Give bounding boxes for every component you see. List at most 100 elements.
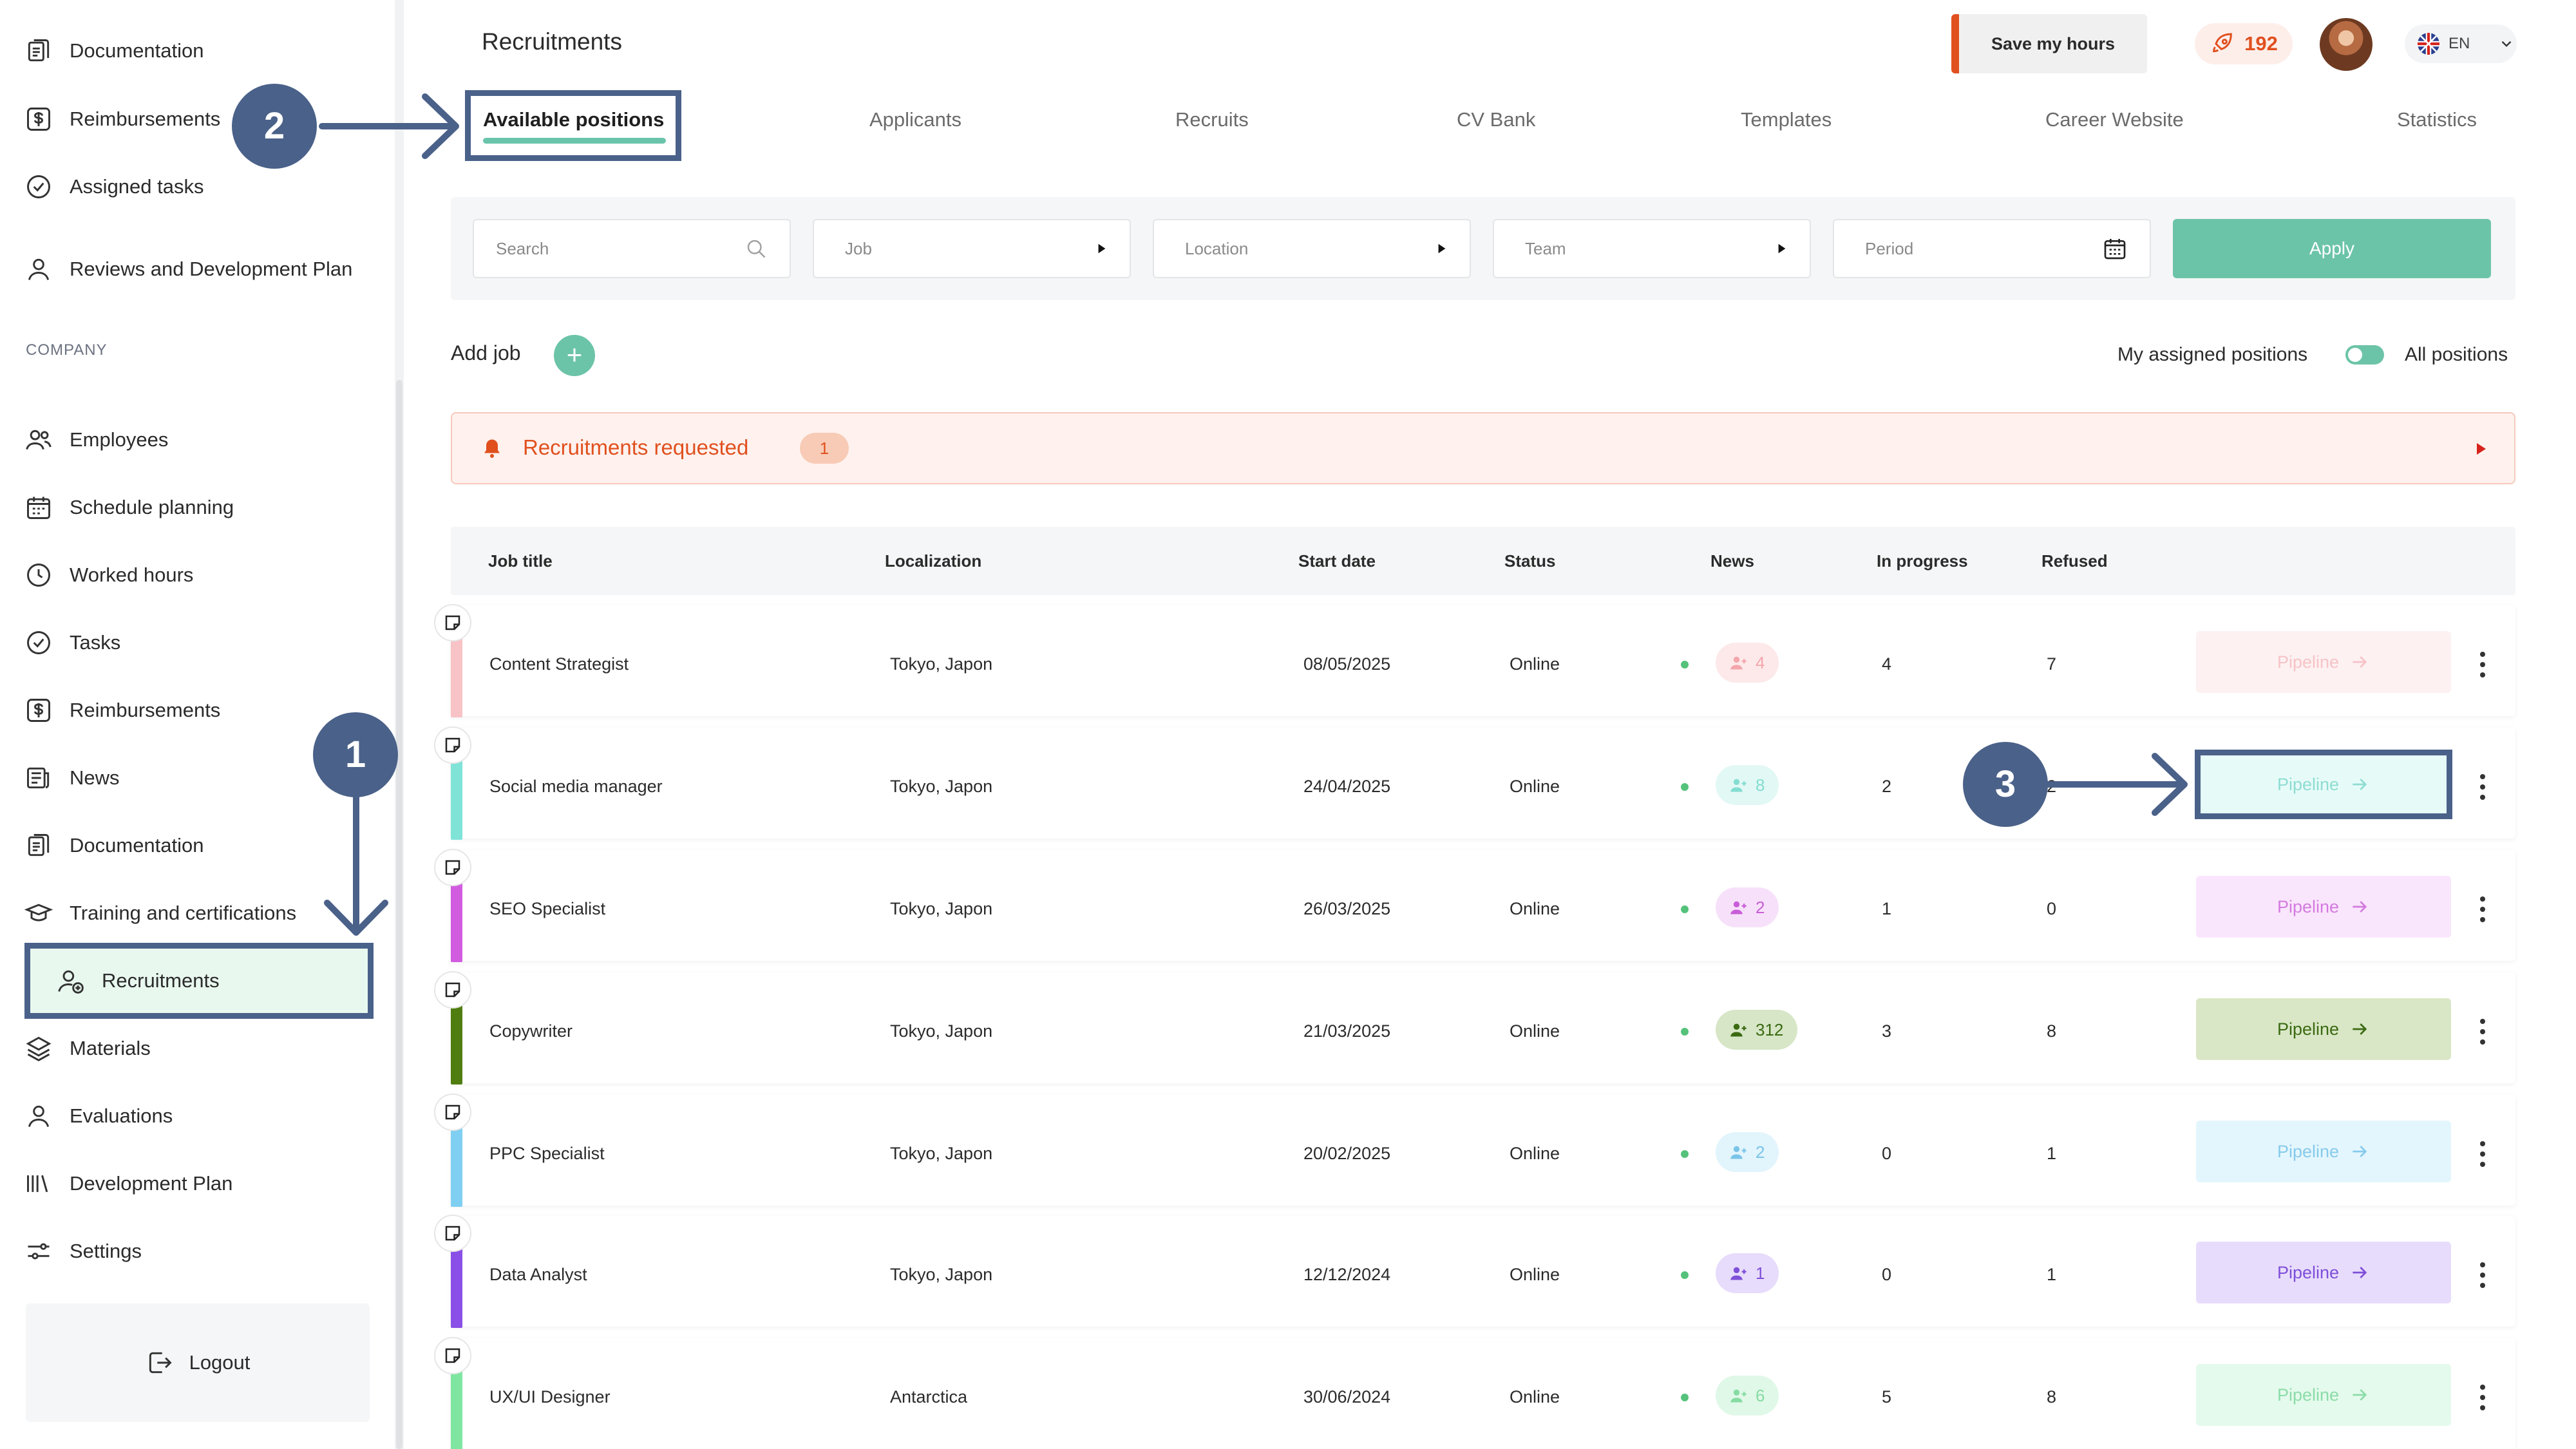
add-job-button[interactable]: +	[554, 335, 595, 376]
bars-icon	[27, 1175, 48, 1193]
header-start-date[interactable]: Start date	[1298, 551, 1376, 571]
job-title[interactable]: SEO Specialist	[489, 899, 605, 919]
header-refused[interactable]: Refused	[2041, 551, 2108, 571]
team-select[interactable]: Team	[1493, 219, 1811, 278]
apply-button[interactable]: Apply	[2173, 219, 2491, 278]
tab-career-website[interactable]: Career Website	[2045, 108, 2184, 131]
more-options-icon[interactable]	[2478, 1262, 2487, 1288]
tab-recruits[interactable]: Recruits	[1175, 108, 1249, 131]
job-title[interactable]: Data Analyst	[489, 1265, 587, 1285]
tab-statistics[interactable]: Statistics	[2397, 108, 2477, 131]
sidebar-item-development-plan[interactable]: Development Plan	[24, 1161, 232, 1206]
job-title[interactable]: Social media manager	[489, 777, 663, 797]
sidebar-item-news[interactable]: News	[24, 755, 120, 800]
sidebar-item-schedule-planning[interactable]: Schedule planning	[24, 485, 234, 530]
tab-templates[interactable]: Templates	[1741, 108, 1832, 131]
header-localization[interactable]: Localization	[885, 551, 981, 571]
sidebar-item-tasks[interactable]: Tasks	[24, 620, 120, 665]
sidebar-item-evaluations[interactable]: Evaluations	[24, 1094, 173, 1139]
pipeline-button[interactable]: Pipeline	[2196, 631, 2451, 693]
language-select[interactable]: EN	[2405, 24, 2517, 63]
caret-right-icon	[1098, 243, 1106, 254]
refused-count: 1	[2047, 1144, 2057, 1163]
more-options-icon[interactable]	[2478, 896, 2487, 922]
news-badge[interactable]: 6	[1716, 1376, 1779, 1416]
logout-button[interactable]: Logout	[26, 1303, 370, 1422]
more-options-icon[interactable]	[2478, 652, 2487, 677]
pipeline-button[interactable]: Pipeline	[2196, 876, 2451, 938]
search-input[interactable]: Search	[473, 219, 791, 278]
sidebar-item-training[interactable]: Training and certifications	[24, 891, 296, 936]
rocket-icon	[2213, 33, 2232, 53]
sidebar-item-assigned-tasks[interactable]: Assigned tasks	[24, 164, 204, 209]
job-title[interactable]: Copywriter	[489, 1021, 573, 1041]
pipeline-button[interactable]: Pipeline	[2196, 1242, 2451, 1303]
location-select[interactable]: Location	[1153, 219, 1471, 278]
sidebar-item-settings[interactable]: Settings	[24, 1229, 142, 1274]
tab-applicants[interactable]: Applicants	[869, 108, 961, 131]
job-title[interactable]: Content Strategist	[489, 654, 629, 674]
points-badge[interactable]: 192	[2195, 23, 2293, 64]
header-status[interactable]: Status	[1504, 551, 1555, 571]
note-icon[interactable]	[434, 604, 471, 641]
job-title[interactable]: PPC Specialist	[489, 1144, 605, 1164]
note-icon[interactable]	[434, 1215, 471, 1252]
table-row[interactable]: UX/UI Designer Antarctica 30/06/2024 Onl…	[434, 1337, 2515, 1449]
expand-arrow-icon[interactable]	[2477, 443, 2486, 455]
news-badge[interactable]: 1	[1716, 1253, 1779, 1293]
chevron-down-icon	[2502, 41, 2512, 47]
calendar-icon	[27, 497, 50, 519]
table-row[interactable]: Content Strategist Tokyo, Japon 08/05/20…	[434, 604, 2515, 717]
sidebar-scrollbar[interactable]	[395, 0, 404, 1449]
note-icon[interactable]	[434, 726, 471, 764]
annotation-step-3: 3	[1963, 742, 2048, 827]
save-my-hours-button[interactable]: Save my hours	[1951, 14, 2147, 73]
sidebar-item-worked-hours[interactable]: Worked hours	[24, 553, 193, 598]
note-icon[interactable]	[434, 1094, 471, 1131]
period-picker[interactable]: Period	[1833, 219, 2151, 278]
sidebar-item-employees[interactable]: Employees	[24, 417, 168, 462]
sidebar-item-reviews[interactable]: Reviews and Development Plan	[24, 237, 366, 301]
annotation-highlight-pipeline	[2195, 750, 2452, 819]
table-row[interactable]: SEO Specialist Tokyo, Japon 26/03/2025 O…	[434, 849, 2515, 962]
sidebar-item-reimbursements-top[interactable]: Reimbursements	[24, 97, 220, 142]
table-row[interactable]: Copywriter Tokyo, Japon 21/03/2025 Onlin…	[434, 971, 2515, 1084]
pipeline-button[interactable]: Pipeline	[2196, 998, 2451, 1060]
job-select[interactable]: Job	[813, 219, 1131, 278]
table-row[interactable]: Data Analyst Tokyo, Japon 12/12/2024 Onl…	[434, 1215, 2515, 1328]
news-badge[interactable]: 2	[1716, 887, 1779, 927]
more-options-icon[interactable]	[2478, 1141, 2487, 1167]
sidebar-item-materials[interactable]: Materials	[24, 1026, 151, 1071]
more-options-icon[interactable]	[2478, 1385, 2487, 1410]
news-badge[interactable]: 8	[1716, 765, 1779, 805]
news-badge[interactable]: 2	[1716, 1132, 1779, 1172]
note-icon[interactable]	[434, 849, 471, 886]
news-count: 312	[1756, 1019, 1784, 1039]
positions-toggle[interactable]	[2345, 345, 2384, 365]
user-add-icon	[1730, 1389, 1747, 1403]
header-news[interactable]: News	[1710, 551, 1754, 571]
note-icon[interactable]	[434, 1337, 471, 1374]
note-icon[interactable]	[434, 971, 471, 1009]
job-title[interactable]: UX/UI Designer	[489, 1387, 611, 1407]
news-icon	[27, 767, 50, 789]
tab-cv-bank[interactable]: CV Bank	[1457, 108, 1535, 131]
pipeline-button[interactable]: Pipeline	[2196, 1121, 2451, 1182]
header-in-progress[interactable]: In progress	[1877, 551, 1968, 571]
sidebar-item-documentation-top[interactable]: Documentation	[24, 28, 204, 73]
header-job-title[interactable]: Job title	[488, 551, 553, 571]
sidebar-item-reimbursements[interactable]: Reimbursements	[24, 688, 220, 733]
in-progress-count: 0	[1882, 1265, 1892, 1284]
table-row[interactable]: PPC Specialist Tokyo, Japon 20/02/2025 O…	[434, 1094, 2515, 1207]
avatar[interactable]	[2320, 18, 2372, 71]
page-title: Recruitments	[482, 28, 622, 55]
sidebar-item-documentation[interactable]: Documentation	[24, 823, 204, 868]
sidebar-scrollbar-thumb[interactable]	[396, 380, 402, 1449]
pipeline-button[interactable]: Pipeline	[2196, 1364, 2451, 1426]
table-header: Job title Localization Start date Status…	[451, 527, 2515, 595]
more-options-icon[interactable]	[2478, 1019, 2487, 1045]
news-badge[interactable]: 312	[1716, 1010, 1798, 1050]
more-options-icon[interactable]	[2478, 774, 2487, 800]
recruitments-requested-banner[interactable]: Recruitments requested 1	[451, 412, 2515, 484]
news-badge[interactable]: 4	[1716, 643, 1779, 683]
